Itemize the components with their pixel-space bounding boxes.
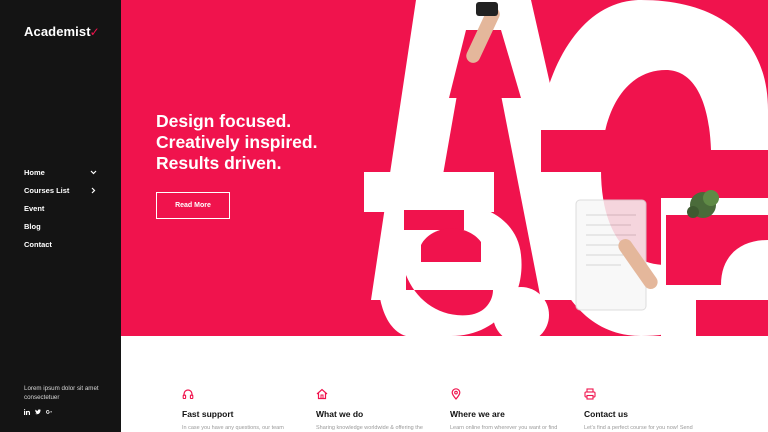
feature-fast-support: Fast support In case you have any questi…: [182, 388, 306, 431]
feature-title: Fast support: [182, 409, 234, 419]
headline-line: Creatively inspired.: [156, 132, 318, 152]
linkedin-icon[interactable]: [24, 409, 30, 415]
nav-item-label: Event: [24, 203, 45, 213]
nav-item-label: Contact: [24, 239, 52, 249]
printer-icon: [584, 388, 596, 400]
features-section: Fast support In case you have any questi…: [121, 336, 768, 432]
hero-headline: Design focused. Creatively inspired. Res…: [156, 111, 317, 174]
read-more-button[interactable]: Read More: [156, 192, 230, 219]
feature-text: In case you have any questions, our team: [182, 425, 284, 431]
brand-name: Academist: [24, 24, 91, 39]
google-plus-icon[interactable]: [46, 409, 52, 415]
social-links: [24, 409, 52, 415]
feature-title: Where we are: [450, 409, 505, 419]
headphones-icon: [182, 389, 194, 400]
nav-item-label: Courses List: [24, 185, 70, 195]
headline-line: Results driven.: [156, 153, 282, 173]
map-pin-icon: [451, 388, 461, 400]
home-icon: [316, 388, 328, 400]
chevron-right-icon[interactable]: [89, 186, 98, 195]
feature-contact-us: Contact us Let's find a perfect course f…: [584, 388, 708, 431]
feature-what-we-do: What we do Sharing knowledge worldwide &…: [316, 388, 440, 431]
nav-item-contact[interactable]: Contact: [24, 235, 98, 253]
feature-title: Contact us: [584, 409, 628, 419]
main-nav: Home Courses List Event Blog Contact: [24, 163, 98, 253]
sidebar-footer-text: Lorem ipsum dolor sit amet consectetuer: [24, 385, 99, 401]
feature-text: Let's find a perfect course for you now!…: [584, 425, 693, 431]
nav-item-label: Home: [24, 167, 45, 177]
feature-where-we-are: Where we are Learn online from wherever …: [450, 388, 574, 431]
headline-line: Design focused.: [156, 111, 292, 131]
hero-section: Design focused. Creatively inspired. Res…: [121, 0, 768, 336]
feature-text: Sharing knowledge worldwide & offering t…: [316, 425, 423, 431]
feature-text: Learn online from wherever you want or f…: [450, 425, 558, 431]
logo-check-icon: ✓: [89, 25, 100, 39]
nav-item-event[interactable]: Event: [24, 199, 98, 217]
chevron-down-icon[interactable]: [89, 168, 98, 177]
sidebar: Academist✓ Home Courses List Event Blog …: [0, 0, 121, 432]
nav-item-courses-list[interactable]: Courses List: [24, 181, 98, 199]
twitter-icon[interactable]: [35, 409, 41, 415]
logo[interactable]: Academist✓: [24, 24, 101, 39]
nav-item-label: Blog: [24, 221, 41, 231]
feature-title: What we do: [316, 409, 364, 419]
nav-item-blog[interactable]: Blog: [24, 217, 98, 235]
nav-item-home[interactable]: Home: [24, 163, 98, 181]
